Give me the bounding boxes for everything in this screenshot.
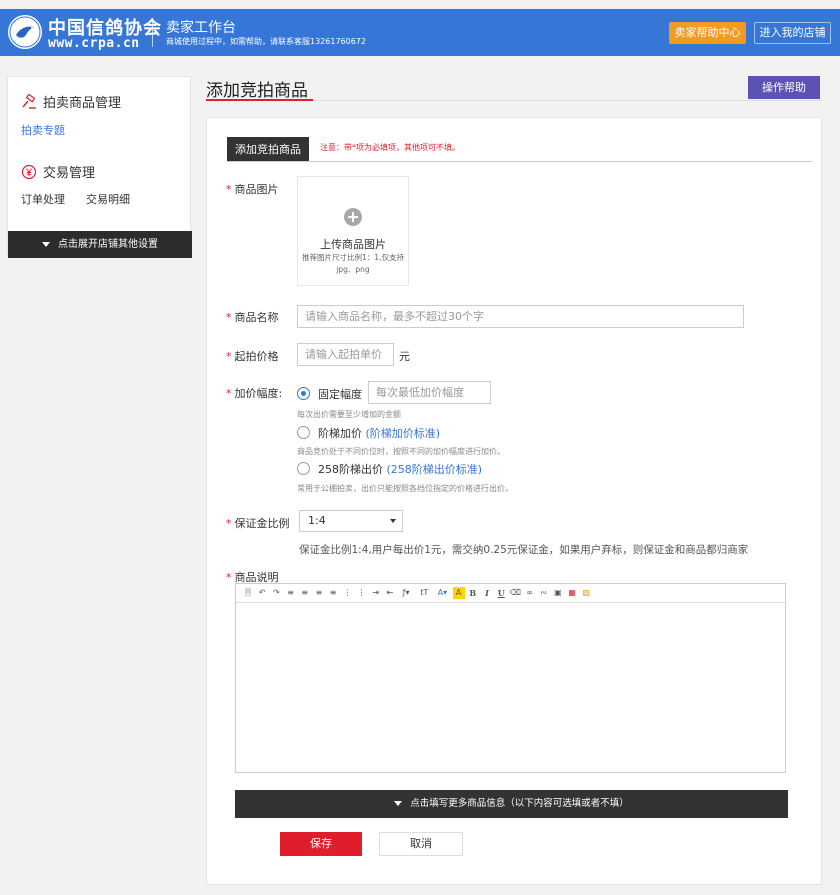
- align-justify-icon[interactable]: ≡: [327, 587, 339, 599]
- source-icon[interactable]: 🗏: [242, 587, 254, 599]
- triangle-down-icon: [394, 801, 403, 806]
- workbench-title: 卖家工作台: [166, 20, 236, 36]
- radio-258-tiered-bid[interactable]: [297, 462, 310, 475]
- 258-tiered-bid-hint: 常用于公棚拍卖，出价只能按照各档位指定的价格进行出价。: [297, 484, 513, 493]
- tiered-increment-option[interactable]: 阶梯加价 (阶梯加价标准): [318, 425, 440, 441]
- tab-add-auction-item[interactable]: 添加竞拍商品: [227, 137, 309, 162]
- title-underline: [206, 99, 313, 101]
- fixed-increment-hint: 每次出价需要至少增加的金额: [297, 410, 401, 419]
- sidebar-item-order-processing[interactable]: 订单处理: [21, 191, 65, 207]
- bold-icon[interactable]: B: [467, 587, 479, 599]
- fill-more-info-button[interactable]: 点击填写更多商品信息（以下内容可选填或者不填）: [235, 790, 788, 818]
- plus-circle-icon: [344, 208, 362, 226]
- deposit-ratio-value: 1:4: [308, 514, 326, 527]
- font-color-icon[interactable]: A▾: [434, 587, 450, 599]
- undo-icon[interactable]: ↶: [256, 587, 268, 599]
- clear-format-icon[interactable]: ⌫: [509, 587, 521, 599]
- underline-icon[interactable]: U: [495, 587, 507, 599]
- chevron-down-icon: [390, 519, 396, 523]
- ordered-list-icon[interactable]: ⋮: [341, 587, 353, 599]
- emoticon-icon[interactable]: ▧: [580, 587, 592, 599]
- crpa-logo-icon[interactable]: [8, 15, 42, 49]
- radio-fixed-increment[interactable]: [297, 387, 310, 400]
- top-strip: [0, 0, 840, 9]
- tiered-increment-standard-link[interactable]: (阶梯加价标准): [366, 427, 441, 440]
- support-contact-text: 商城使用过程中，如需帮助，请联系客服13261760672: [166, 37, 366, 46]
- fixed-increment-label[interactable]: 固定幅度: [318, 386, 362, 402]
- tab-rule: [227, 161, 812, 162]
- increment-label: * 加价幅度:: [226, 387, 283, 400]
- expand-shop-settings-button[interactable]: 点击展开店铺其他设置: [8, 231, 192, 258]
- header-divider: [152, 19, 153, 47]
- align-center-icon[interactable]: ≡: [299, 587, 311, 599]
- indent-icon[interactable]: ⇥: [370, 587, 382, 599]
- radio-tiered-increment[interactable]: [297, 426, 310, 439]
- 258-tiered-bid-option[interactable]: 258阶梯出价 (258阶梯出价标准): [318, 461, 482, 477]
- yuan-circle-icon: [21, 164, 37, 180]
- enter-my-shop-button[interactable]: 进入我的店铺: [754, 22, 831, 44]
- start-price-unit: 元: [399, 350, 410, 363]
- font-size-icon[interactable]: tT: [416, 587, 432, 599]
- italic-icon[interactable]: I: [481, 587, 493, 599]
- 258-tiered-bid-label: 258阶梯出价: [318, 463, 383, 476]
- page-title: 添加竞拍商品: [206, 81, 308, 101]
- site-header: 中国信鸽协会 www.crpa.cn 卖家工作台 商城使用过程中，如需帮助，请联…: [0, 9, 840, 56]
- start-price-input[interactable]: 请输入起拍单价: [297, 343, 394, 366]
- 258-tiered-bid-standard-link[interactable]: (258阶梯出价标准): [387, 463, 483, 476]
- start-price-label: * 起拍价格: [226, 350, 279, 363]
- deposit-ratio-label: * 保证金比例: [226, 517, 290, 530]
- save-button[interactable]: 保存: [280, 832, 362, 856]
- sidebar-section-auction: 拍卖商品管理: [21, 92, 121, 111]
- background-color-icon[interactable]: A: [452, 587, 465, 599]
- operation-help-button[interactable]: 操作帮助: [748, 76, 820, 99]
- redo-icon[interactable]: ↷: [270, 587, 282, 599]
- tiered-increment-label: 阶梯加价: [318, 427, 362, 440]
- cancel-button[interactable]: 取消: [379, 832, 463, 856]
- product-name-label: * 商品名称: [226, 311, 279, 324]
- align-left-icon[interactable]: ≡: [285, 587, 297, 599]
- auction-hammer-icon: [21, 93, 37, 110]
- sidebar-section-auction-label: 拍卖商品管理: [43, 96, 122, 111]
- unordered-list-icon[interactable]: ⋮: [356, 587, 368, 599]
- tiered-increment-hint: 商品竞价处于不同价位时，按照不同的加价幅度进行加价。: [297, 447, 505, 456]
- sidebar-section-trade: 交易管理: [21, 162, 95, 181]
- upload-image-button[interactable]: 上传商品图片 推荐图片尺寸比例1：1,仅支持jpg、png: [297, 176, 409, 286]
- font-family-icon[interactable]: ƒ▾: [398, 587, 414, 599]
- image-icon[interactable]: ▣: [552, 587, 564, 599]
- product-image-label: * 商品图片: [226, 183, 279, 196]
- fill-more-info-label: 点击填写更多商品信息（以下内容可选填或者不填）: [410, 798, 629, 809]
- upload-hint: 推荐图片尺寸比例1：1,仅支持jpg、png: [302, 253, 404, 274]
- expand-shop-settings-label: 点击展开店铺其他设置: [58, 239, 158, 250]
- sidebar-item-auction-topic[interactable]: 拍卖专题: [21, 122, 65, 138]
- sidebar-section-trade-label: 交易管理: [43, 166, 96, 181]
- align-right-icon[interactable]: ≡: [313, 587, 325, 599]
- deposit-description: 保证金比例1:4,用户每出价1元，需交纳0.25元保证金，如果用户弃标，则保证金…: [299, 544, 749, 556]
- seller-help-center-button[interactable]: 卖家帮助中心: [669, 22, 746, 44]
- rich-text-editor[interactable]: 🗏 ↶ ↷ ≡ ≡ ≡ ≡ ⋮ ⋮ ⇥ ⇤ ƒ▾ tT A▾ A B I U ⌫…: [235, 583, 786, 773]
- triangle-down-icon: [42, 241, 50, 247]
- outdent-icon[interactable]: ⇤: [384, 587, 396, 599]
- product-name-input[interactable]: 请输入商品名称，最多不超过30个字: [297, 305, 744, 328]
- unlink-icon[interactable]: ∾: [538, 587, 550, 599]
- sidebar: 拍卖商品管理 拍卖专题 交易管理 订单处理 交易明细 点击展开店铺其他设置: [7, 76, 192, 258]
- upload-title: 上传商品图片: [320, 238, 386, 251]
- fixed-increment-input[interactable]: 每次最低加价幅度: [368, 381, 491, 404]
- required-fields-notice: 注意：带*项为必填项，其他项可不填。: [320, 143, 460, 152]
- link-icon[interactable]: ∞: [524, 587, 536, 599]
- sidebar-item-trade-details[interactable]: 交易明细: [86, 191, 130, 207]
- deposit-ratio-select[interactable]: 1:4: [299, 510, 403, 532]
- table-icon[interactable]: ▦: [566, 587, 578, 599]
- editor-toolbar: 🗏 ↶ ↷ ≡ ≡ ≡ ≡ ⋮ ⋮ ⇥ ⇤ ƒ▾ tT A▾ A B I U ⌫…: [236, 584, 785, 603]
- logo-url[interactable]: www.crpa.cn: [48, 36, 140, 51]
